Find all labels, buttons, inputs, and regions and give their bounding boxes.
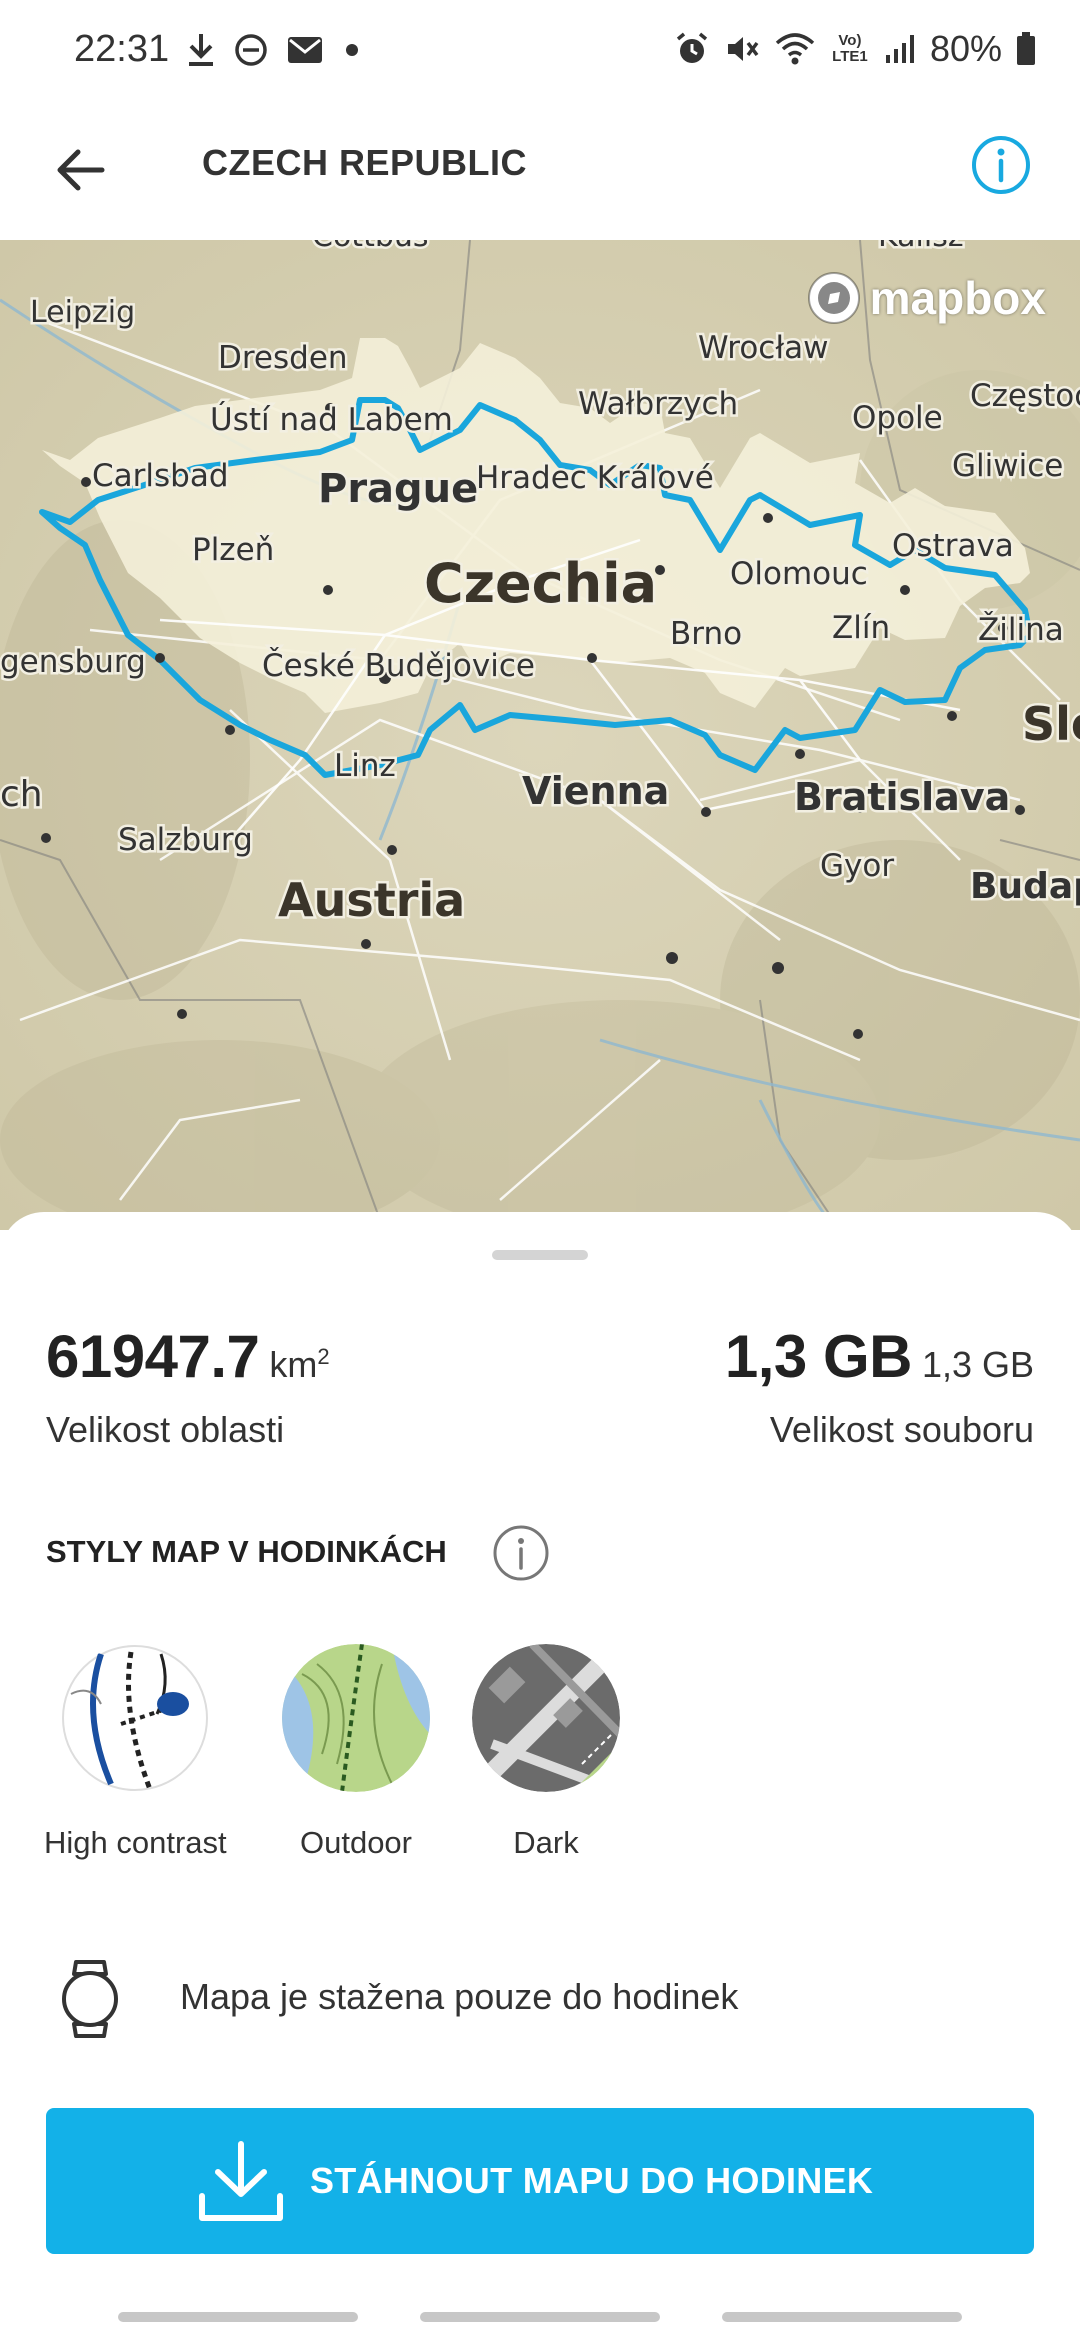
file-size-value: 1,3 GB — [724, 1323, 913, 1390]
label-budapest: Budap — [970, 866, 1080, 907]
label-hradec: Hradec Králové — [476, 460, 714, 496]
sheet-drag-handle[interactable] — [492, 1250, 588, 1260]
label-salzburg: Salzburg — [118, 822, 253, 858]
label-opole: Opole — [852, 400, 943, 436]
do-not-disturb-icon — [235, 34, 267, 66]
style-option-dark[interactable]: Dark — [465, 1637, 627, 1861]
battery-icon — [1017, 32, 1035, 65]
alarm-icon — [676, 32, 708, 63]
label-zlin: Zlín — [832, 610, 890, 646]
status-left-icons — [186, 32, 362, 68]
arrow-left-icon[interactable] — [50, 140, 110, 200]
nav-gesture-right[interactable] — [722, 2312, 962, 2322]
label-usti: Ústí nad Labem — [210, 401, 453, 438]
mute-icon — [727, 37, 759, 61]
download-button-label: STÁHNOUT MAPU DO HODINEK — [310, 2160, 874, 2201]
label-czestochowa: Częstoc — [970, 378, 1080, 414]
wifi-icon — [775, 33, 815, 65]
file-size-small: 1,3 GB — [921, 1344, 1034, 1385]
style-label: Outdoor — [299, 1825, 412, 1860]
label-walbrzych: Wałbrzych — [578, 386, 738, 422]
outdoor-map-icon — [282, 1643, 430, 1793]
watch-only-note: Mapa je stažena pouze do hodinek — [60, 1954, 1020, 2044]
label-cottbus: Cottbus — [312, 240, 429, 254]
label-vienna: Vienna — [522, 769, 669, 813]
style-option-outdoor[interactable]: Outdoor — [282, 1643, 430, 1861]
nav-gesture-center[interactable] — [420, 2312, 660, 2322]
label-czechia: Czechia — [424, 552, 657, 615]
nav-gesture-left[interactable] — [118, 2312, 358, 2322]
label-plzen: Plzeň — [192, 532, 274, 568]
mapbox-attribution: mapbox — [869, 272, 1046, 324]
label-kalisz: Kalisz — [878, 240, 964, 254]
watch-note-text: Mapa je stažena pouze do hodinek — [180, 1976, 739, 2017]
label-gliwice: Gliwice — [952, 448, 1063, 484]
label-ostrava: Ostrava — [892, 528, 1014, 564]
map-styles-heading: STYLY MAP V HODINKÁCH — [46, 1534, 447, 1569]
label-munich: ch — [0, 774, 43, 815]
label-gyor: Gyor — [820, 848, 894, 884]
map-view[interactable]: Cottbus Kalisz Leipzig Dresden Wrocław W… — [0, 240, 1080, 1230]
page-title: CZECH REPUBLIC — [202, 142, 528, 183]
battery-percent: 80% — [929, 28, 1002, 69]
high-contrast-map-icon — [62, 1645, 209, 1793]
style-option-high-contrast[interactable]: High contrast — [44, 1644, 227, 1861]
file-size-label: Velikost souboru — [769, 1409, 1034, 1450]
status-bar: 22:31 Vo) LTE1 80% — [0, 0, 1080, 110]
label-linz: Linz — [334, 748, 396, 784]
mapbox-mark-icon — [807, 272, 860, 324]
area-stat: 61947.7 km2 Velikost oblasti — [46, 1322, 330, 1451]
download-icon — [199, 2141, 283, 2221]
dot-icon — [346, 44, 358, 56]
mail-icon — [288, 37, 322, 63]
signal-icon — [885, 35, 914, 63]
label-prague: Prague — [318, 466, 478, 512]
label-wroclaw: Wrocław — [698, 330, 829, 366]
info-icon[interactable] — [492, 1524, 550, 1582]
region-details-sheet: 61947.7 km2 Velikost oblasti 1,3 GB 1,3 GB… — [0, 1212, 1080, 2340]
info-icon[interactable] — [970, 134, 1032, 196]
label-austria: Austria — [278, 873, 465, 927]
label-regensburg: gensburg — [0, 644, 146, 680]
label-leipzig: Leipzig — [30, 295, 135, 330]
status-time: 22:31 — [74, 28, 170, 70]
area-unit-text: km — [269, 1344, 318, 1385]
dark-map-icon — [465, 1637, 627, 1799]
style-label: Dark — [513, 1825, 579, 1860]
area-value: 61947.7 — [46, 1323, 260, 1390]
area-unit-sup: 2 — [317, 1344, 330, 1369]
download-map-button[interactable]: STÁHNOUT MAPU DO HODINEK — [46, 2108, 1034, 2254]
area-label: Velikost oblasti — [46, 1409, 285, 1450]
label-zilina: Žilina — [978, 612, 1064, 648]
label-brno: Brno — [670, 616, 742, 652]
watch-icon — [62, 1960, 118, 2038]
label-bratislava: Bratislava — [794, 775, 1010, 819]
label-olomouc: Olomouc — [730, 556, 868, 592]
file-size-stat: 1,3 GB 1,3 GB Velikost souboru — [725, 1322, 1034, 1451]
area-unit: km2 — [269, 1344, 329, 1385]
download-status-icon — [189, 34, 213, 66]
label-dresden: Dresden — [218, 340, 348, 376]
app-header: CZECH REPUBLIC — [0, 110, 1080, 240]
style-label: High contrast — [44, 1825, 227, 1860]
status-right-icons: Vo) LTE1 80% — [674, 28, 1036, 70]
label-carlsbad: Carlsbad — [92, 458, 229, 494]
map-canvas[interactable]: Cottbus Kalisz Leipzig Dresden Wrocław W… — [0, 240, 1080, 1230]
label-slovakia: Slo — [1022, 697, 1080, 751]
mapbox-logo[interactable]: mapbox — [806, 270, 1046, 326]
label-budejovice: České Budějovice — [262, 647, 535, 684]
volte-icon: Vo) LTE1 — [832, 32, 868, 65]
